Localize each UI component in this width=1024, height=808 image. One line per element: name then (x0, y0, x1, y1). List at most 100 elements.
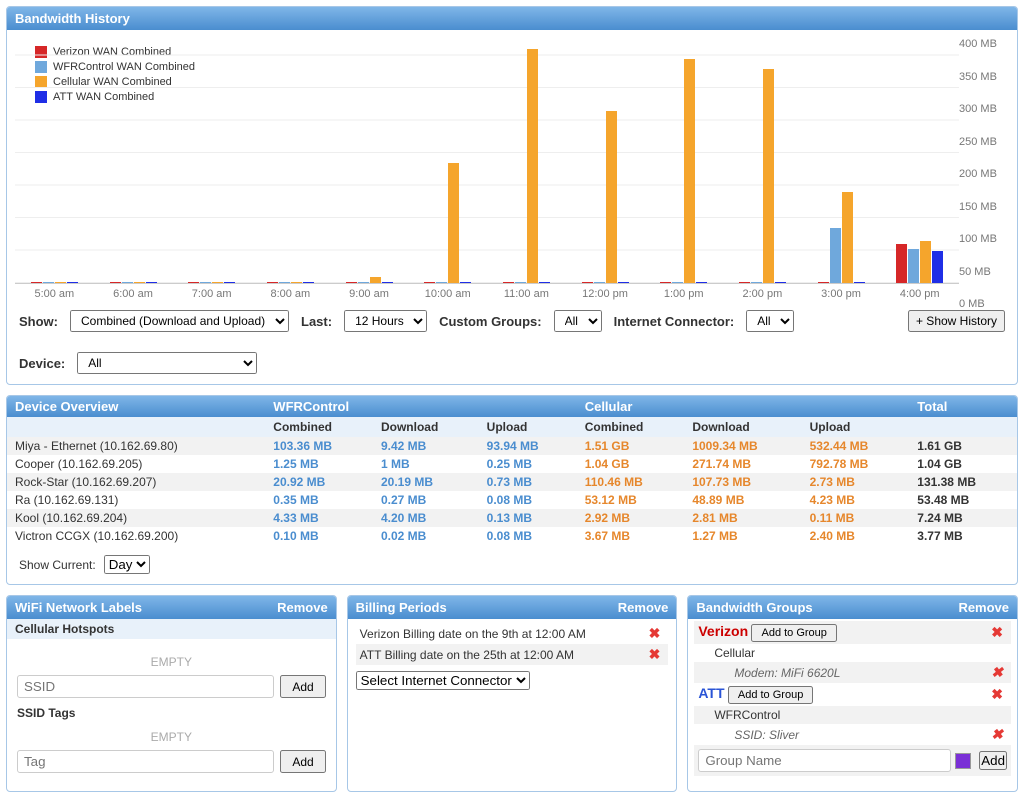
hour-slot (487, 38, 566, 283)
bar (424, 282, 435, 283)
hour-slot (880, 38, 959, 283)
wifi-labels-panel: WiFi Network Labels Remove Cellular Hots… (6, 595, 337, 792)
show-history-button[interactable]: + Show History (908, 310, 1005, 332)
bar (110, 282, 121, 283)
add-to-group-verizon[interactable]: Add to Group (751, 624, 836, 642)
group-name-input[interactable] (698, 749, 951, 772)
billing-title: Billing Periods (356, 600, 447, 615)
bar (448, 163, 459, 283)
table-row: Rock-Star (10.162.69.207)20.92 MB20.19 M… (7, 473, 1017, 491)
bar (539, 282, 550, 283)
remove-icon[interactable]: ✖ (987, 624, 1007, 641)
group-verizon: Verizon (698, 623, 748, 639)
bar (55, 282, 66, 283)
remove-header: Remove (277, 600, 328, 615)
bar (279, 282, 290, 283)
last-select[interactable]: 12 Hours (344, 310, 427, 332)
chart-y-axis: 400 MB350 MB300 MB250 MB200 MB150 MB100 … (959, 38, 1009, 298)
wifi-labels-title: WiFi Network Labels (15, 600, 142, 615)
bandwidth-chart: Verizon WAN CombinedWFRControl WAN Combi… (7, 30, 1017, 300)
col-upload: Upload (479, 417, 577, 437)
bar (775, 282, 786, 283)
bar (134, 282, 145, 283)
table-row: Victron CCGX (10.162.69.200)0.10 MB0.02 … (7, 527, 1017, 545)
remove-icon[interactable]: ✖ (645, 646, 665, 663)
bar (854, 282, 865, 283)
hour-slot (408, 38, 487, 283)
hour-slot (94, 38, 173, 283)
hour-slot (330, 38, 409, 283)
add-to-group-att[interactable]: Add to Group (728, 686, 813, 704)
bar (224, 282, 235, 283)
bar (527, 49, 538, 283)
bar (660, 282, 671, 283)
bandwidth-history-panel: Bandwidth History Verizon WAN CombinedWF… (6, 6, 1018, 385)
remove-icon[interactable]: ✖ (645, 625, 665, 642)
bar (291, 282, 302, 283)
remove-icon[interactable]: ✖ (987, 686, 1007, 703)
bandwidth-history-header: Bandwidth History (7, 7, 1017, 30)
remove-header: Remove (618, 600, 669, 615)
device-table: Device Overview WFRControl Cellular Tota… (7, 396, 1017, 545)
bar (146, 282, 157, 283)
tags-empty: EMPTY (17, 724, 326, 750)
chart-controls: Show: Combined (Download and Upload) Las… (7, 300, 1017, 384)
hotspots-empty: EMPTY (17, 649, 326, 675)
device-overview-panel: Device Overview WFRControl Cellular Tota… (6, 395, 1018, 585)
hour-slot (566, 38, 645, 283)
chart-plot (15, 38, 959, 284)
bar (830, 228, 841, 283)
color-swatch[interactable] (955, 753, 971, 769)
panel-title: Bandwidth History (15, 11, 130, 26)
remove-icon[interactable]: ✖ (987, 664, 1007, 681)
bar (739, 282, 750, 283)
group-wfr: WFRControl (265, 396, 576, 417)
hour-slot (644, 38, 723, 283)
connector-label: Internet Connector: (614, 314, 735, 329)
billing-connector-select[interactable]: Select Internet Connector (356, 671, 530, 690)
bar (594, 282, 605, 283)
att-child-sub: SSID: Sliver (734, 728, 987, 742)
hour-slot (172, 38, 251, 283)
hour-slot (723, 38, 802, 283)
ssid-input[interactable] (17, 675, 274, 698)
table-row: Miya - Ethernet (10.162.69.80)103.36 MB9… (7, 437, 1017, 455)
groups-select[interactable]: All (554, 310, 602, 332)
att-child: WFRControl (714, 708, 1007, 722)
last-label: Last: (301, 314, 332, 329)
add-tag-button[interactable]: Add (280, 750, 325, 773)
col-download: Download (373, 417, 479, 437)
bar (382, 282, 393, 283)
groups-label: Custom Groups: (439, 314, 542, 329)
chart-x-axis: 5:00 am6:00 am7:00 am8:00 am9:00 am10:00… (15, 284, 959, 300)
verizon-child: Cellular (714, 646, 1007, 660)
show-select[interactable]: Combined (Download and Upload) (70, 310, 289, 332)
device-select[interactable]: All (77, 352, 257, 374)
bar (896, 244, 907, 283)
bar (200, 282, 211, 283)
remove-icon[interactable]: ✖ (987, 726, 1007, 743)
connector-select[interactable]: All (746, 310, 794, 332)
show-label: Show: (19, 314, 58, 329)
table-row: Cooper (10.162.69.205)1.25 MB1 MB0.25 MB… (7, 455, 1017, 473)
bar (267, 282, 278, 283)
bar (460, 282, 471, 283)
bandwidth-groups-panel: Bandwidth Groups Remove Verizon Add to G… (687, 595, 1018, 792)
group-total: Total (909, 396, 1017, 417)
bar (672, 282, 683, 283)
hour-slot (15, 38, 94, 283)
show-current-select[interactable]: Day (104, 555, 150, 574)
hour-slot (251, 38, 330, 283)
col-download-2: Download (684, 417, 801, 437)
add-group-button[interactable]: Add (979, 751, 1007, 770)
bar (818, 282, 829, 283)
table-row: Kool (10.162.69.204)4.33 MB4.20 MB0.13 M… (7, 509, 1017, 527)
add-ssid-button[interactable]: Add (280, 675, 325, 698)
group-att: ATT (698, 685, 724, 701)
hour-slot (802, 38, 881, 283)
tags-label: SSID Tags (17, 706, 326, 720)
bar (684, 59, 695, 283)
tag-input[interactable] (17, 750, 274, 773)
bar (303, 282, 314, 283)
billing-row: Verizon Billing date on the 9th at 12:00… (356, 623, 669, 644)
